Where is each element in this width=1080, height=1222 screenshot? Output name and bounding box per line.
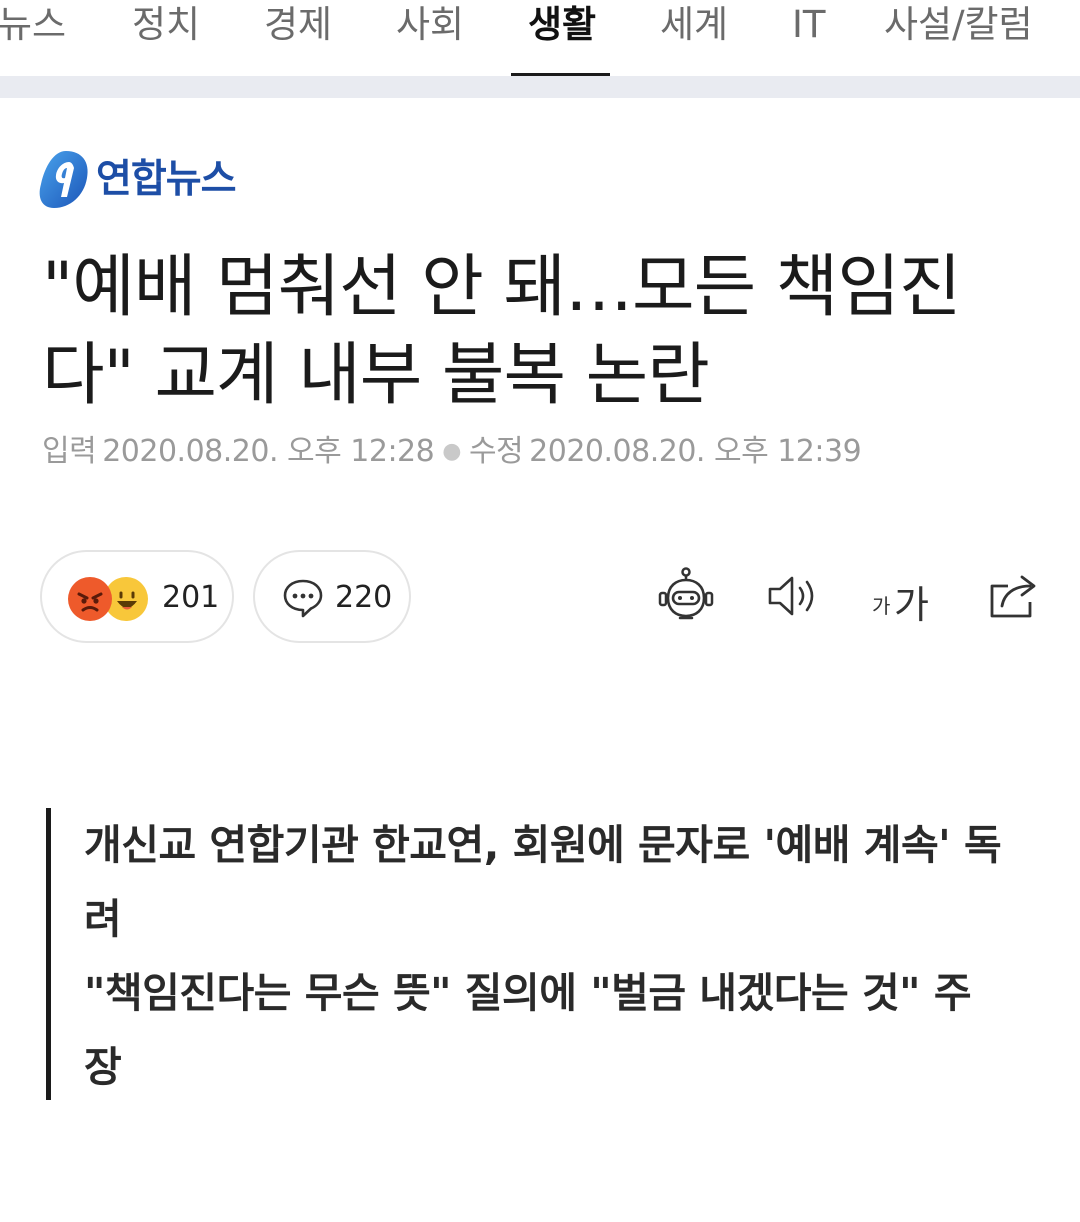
article-datetime: 입력 2020.08.20. 오후 12:28 ● 수정 2020.08.20. 오후 … [42, 430, 1042, 474]
tab-world[interactable]: 세계 [660, 0, 728, 76]
article-summary: 개신교 연합기관 한교연, 회원에 문자로 '예배 계속' 독려 "책임진다는 … [46, 808, 1006, 1100]
article-page: 뉴스 정치 경제 사회 생활 세계 IT 사설/칼럼 연합뉴스 "예배 멈춰선 … [0, 0, 1080, 1222]
comment-count: 220 [335, 580, 393, 615]
robot-icon [658, 567, 714, 620]
text-to-speech-button[interactable] [766, 566, 826, 626]
category-nav: 뉴스 정치 경제 사회 생활 세계 IT 사설/칼럼 [0, 0, 1080, 76]
angry-emoji-icon [68, 577, 112, 621]
font-size-large-label: 가 [894, 583, 929, 627]
yonhap-emblem-icon [39, 151, 88, 208]
tab-politics[interactable]: 정치 [132, 0, 200, 76]
comment-button[interactable]: 220 [253, 550, 411, 643]
press-name: 연합뉴스 [96, 157, 237, 202]
speaker-icon [768, 576, 814, 616]
tab-life[interactable]: 생활 [510, 0, 611, 76]
summary-line: "책임진다는 무슨 뜻" 질의에 "벌금 내겠다는 것" 주장 [84, 969, 972, 1091]
summary-bot-button[interactable] [656, 566, 716, 626]
article-headline: "예배 멈춰선 안 돼…모든 책임진다" 교계 내부 불복 논란 [42, 248, 961, 415]
comment-bubble-icon [283, 579, 323, 618]
reaction-count: 201 [162, 580, 220, 615]
tab-it[interactable]: IT [792, 0, 826, 76]
tab-news[interactable]: 뉴스 [0, 0, 66, 76]
input-time: 2020.08.20. 오후 12:28 [102, 434, 435, 469]
input-label: 입력 [42, 434, 97, 469]
edit-label: 수정 [468, 434, 524, 469]
share-button[interactable] [984, 566, 1044, 626]
summary-line: 개신교 연합기관 한교연, 회원에 문자로 '예배 계속' 독려 [84, 821, 1002, 943]
font-size-button[interactable]: 가 가 [872, 572, 938, 627]
share-icon [990, 575, 1036, 618]
separator-dot: ● [442, 439, 461, 464]
tab-society[interactable]: 사회 [396, 0, 464, 76]
font-size-small-label: 가 [872, 594, 891, 618]
tab-editorial[interactable]: 사설/칼럼 [884, 0, 1033, 76]
reaction-button[interactable]: 201 [40, 550, 234, 643]
nav-divider [0, 76, 1080, 98]
tab-economy[interactable]: 경제 [264, 0, 332, 76]
edit-time: 2020.08.20. 오후 12:39 [529, 434, 862, 469]
